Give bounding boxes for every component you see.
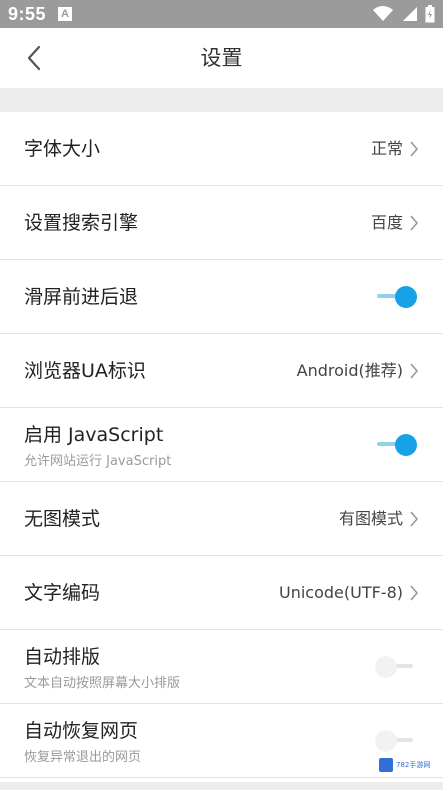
signal-icon: [403, 7, 417, 21]
status-icons: [373, 5, 435, 23]
page-title: 设置: [200, 46, 243, 70]
settings-row[interactable]: 自动排版文本自动按照屏幕大小排版: [0, 630, 443, 704]
settings-row[interactable]: 滑屏前进后退: [0, 260, 443, 334]
battery-icon: [425, 5, 435, 23]
setting-value: Unicode(UTF-8): [278, 583, 403, 602]
watermark-icon: [379, 758, 393, 772]
setting-value: Android(推荐): [296, 361, 403, 380]
chevron-right-icon: [410, 215, 419, 231]
setting-value: 百度: [370, 213, 403, 232]
bottom-edge: [0, 782, 443, 790]
setting-label: 浏览器UA标识: [24, 360, 146, 382]
toggle-knob: [395, 286, 417, 308]
chevron-right-icon: [410, 363, 419, 379]
toggle-knob: [375, 730, 397, 752]
setting-value: 正常: [370, 139, 403, 158]
setting-label: 启用 JavaScript: [24, 424, 164, 446]
toggle-switch[interactable]: [375, 730, 417, 752]
setting-description: 恢复异常退出的网页: [24, 750, 142, 765]
status-bar: 9:55 A: [0, 0, 443, 28]
notification-a-icon: A: [58, 7, 73, 21]
toggle-switch[interactable]: [375, 286, 417, 308]
chevron-right-icon: [410, 585, 419, 601]
settings-row[interactable]: 设置搜索引擎 百度: [0, 186, 443, 260]
setting-description: 允许网站运行 JavaScript: [24, 454, 172, 469]
watermark-text: 782手游网: [396, 760, 431, 769]
settings-row[interactable]: 字体大小 正常: [0, 112, 443, 186]
app-header: 设置: [0, 28, 443, 88]
section-divider: [0, 88, 443, 112]
settings-row[interactable]: 无图模式 有图模式: [0, 482, 443, 556]
setting-label: 无图模式: [24, 508, 101, 530]
chevron-right-icon: [410, 511, 419, 527]
setting-label: 设置搜索引擎: [24, 212, 139, 234]
toggle-switch[interactable]: [375, 656, 417, 678]
setting-description: 文本自动按照屏幕大小排版: [24, 676, 181, 691]
settings-list: 字体大小 正常设置搜索引擎 百度滑屏前进后退 浏览器UA标识 Android(推荐) 启用…: [0, 112, 443, 778]
toggle-knob: [375, 656, 397, 678]
settings-row[interactable]: 文字编码 Unicode(UTF-8): [0, 556, 443, 630]
setting-label: 字体大小: [24, 138, 101, 160]
toggle-knob: [395, 434, 417, 456]
toggle-switch[interactable]: [375, 434, 417, 456]
setting-label: 自动排版: [24, 646, 101, 668]
status-time: 9:55: [8, 3, 47, 24]
setting-label: 滑屏前进后退: [24, 286, 139, 308]
watermark-logo: 782手游网: [379, 754, 437, 776]
settings-row[interactable]: 浏览器UA标识 Android(推荐): [0, 334, 443, 408]
settings-row[interactable]: 自动恢复网页恢复异常退出的网页: [0, 704, 443, 778]
setting-value: 有图模式: [338, 509, 403, 528]
setting-label: 文字编码: [24, 582, 101, 604]
setting-label: 自动恢复网页: [24, 720, 139, 742]
chevron-right-icon: [410, 141, 419, 157]
settings-row[interactable]: 启用 JavaScript 允许网站运行 JavaScript: [0, 408, 443, 482]
wifi-icon: [373, 6, 393, 21]
